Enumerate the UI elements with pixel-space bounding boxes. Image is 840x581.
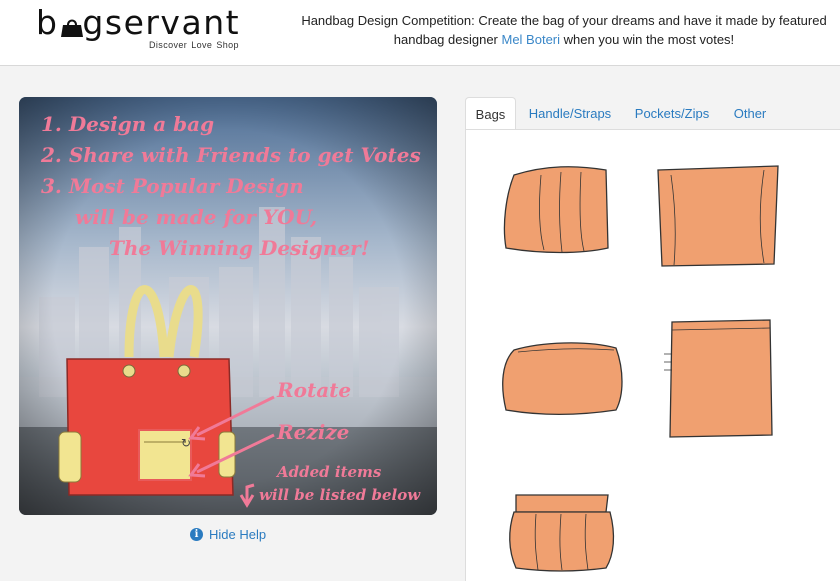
rotate-hint: Rotate (276, 378, 351, 402)
tab-other[interactable]: Other (725, 97, 775, 130)
hide-help-button[interactable]: i Hide Help (190, 527, 266, 542)
help-panel: ↻ 1. Design a bag 2. Share with Friends … (19, 97, 437, 515)
bags-panel (465, 129, 840, 581)
logo-subtitle: Discover Love Shop (149, 40, 239, 50)
info-icon: i (190, 528, 203, 541)
help-step-3-line-3: The Winning Designer! (109, 236, 369, 260)
hide-help-label: Hide Help (209, 527, 267, 542)
added-items-hint: Added items (275, 463, 382, 481)
help-illustration: ↻ 1. Design a bag 2. Share with Friends … (19, 97, 437, 515)
tab-pockets-zips[interactable]: Pockets/Zips (628, 97, 716, 130)
bag-shape-pleated-clutch[interactable] (509, 494, 615, 572)
designer-link[interactable]: Mel Boteri (502, 32, 561, 47)
bagservant-logo[interactable]: b gservant Discover Love Shop (36, 4, 246, 52)
header: b gservant Discover Love Shop Handbag Desi… (0, 0, 840, 66)
help-step-3: 3. Most Popular Design (41, 174, 304, 198)
bag-shape-gallery (502, 165, 779, 572)
bag-shape-pouch[interactable] (502, 342, 623, 416)
bag-shape-tote[interactable] (657, 165, 779, 267)
resize-hint: Rezize (276, 420, 349, 444)
competition-tagline: Handbag Design Competition: Create the b… (301, 13, 827, 47)
help-step-2: 2. Share with Friends to get Votes (40, 143, 421, 167)
handbag-logo-icon (61, 19, 83, 37)
bag-shape-slouchy[interactable] (503, 166, 609, 254)
part-tabs: Bags Handle/Straps Pockets/Zips Other (465, 97, 840, 130)
help-step-1: 1. Design a bag (41, 112, 214, 136)
bag-shape-envelope[interactable] (664, 319, 773, 438)
added-items-hint-line-2: will be listed below (259, 486, 421, 504)
tab-handle-straps[interactable]: Handle/Straps (523, 97, 617, 130)
help-step-3-line-2: will be made for YOU, (75, 205, 317, 229)
tab-bags[interactable]: Bags (465, 97, 516, 130)
